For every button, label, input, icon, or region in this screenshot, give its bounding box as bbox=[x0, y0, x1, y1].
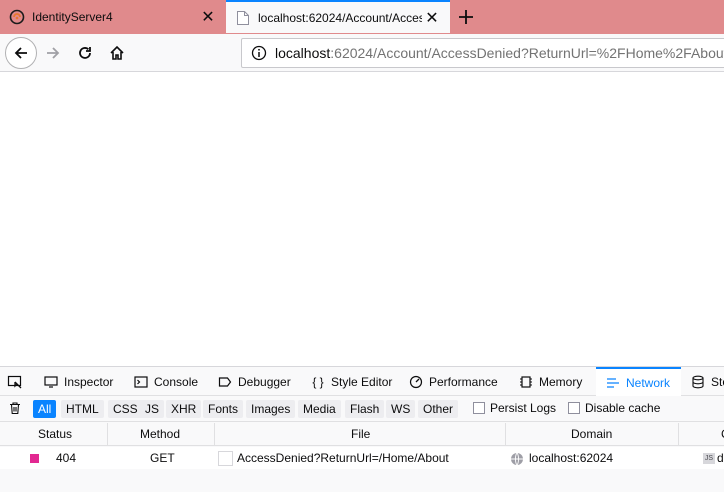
plus-icon bbox=[459, 10, 473, 24]
devtools-tab-network[interactable]: Network bbox=[596, 367, 681, 396]
devtools-tab-bar: Inspector Console Debugger { } Style Edi… bbox=[0, 367, 724, 396]
browser-tab-identityserver[interactable]: IdentityServer4 ✕ bbox=[0, 0, 226, 34]
disable-cache-checkbox[interactable]: Disable cache bbox=[568, 401, 660, 415]
persist-logs-checkbox[interactable]: Persist Logs bbox=[473, 401, 556, 415]
tab-label: Style Editor bbox=[331, 374, 393, 389]
element-picker-icon bbox=[7, 375, 22, 388]
checkbox-label: Disable cache bbox=[585, 401, 661, 415]
url-path: :62024/Account/AccessDenied?ReturnUrl=%2… bbox=[330, 45, 724, 61]
console-icon bbox=[134, 375, 148, 389]
devtools-tab-style-editor[interactable]: { } Style Editor bbox=[311, 367, 392, 396]
trash-icon[interactable] bbox=[8, 401, 22, 415]
page-icon bbox=[235, 10, 251, 26]
tab-label: Performance bbox=[429, 374, 498, 389]
home-icon bbox=[110, 45, 124, 60]
tab-label: Inspector bbox=[64, 374, 114, 389]
url-bar[interactable]: localhost:62024/Account/AccessDenied?Ret… bbox=[241, 38, 724, 68]
column-header-domain[interactable]: Domain bbox=[506, 423, 679, 446]
column-header-status[interactable]: Status bbox=[0, 423, 108, 446]
new-tab-button[interactable] bbox=[454, 5, 478, 29]
devtools-tab-debugger[interactable]: Debugger bbox=[218, 367, 291, 396]
devtools-panel: Inspector Console Debugger { } Style Edi… bbox=[0, 366, 724, 492]
filter-other-button[interactable]: Other bbox=[418, 400, 459, 418]
tab-label: Memory bbox=[539, 374, 583, 389]
devtools-tab-memory[interactable]: Memory bbox=[519, 367, 582, 396]
checkbox-label: Persist Logs bbox=[490, 401, 557, 415]
browser-tab-access-denied[interactable]: localhost:62024/Account/AccessDenied ✕ bbox=[226, 0, 450, 33]
style-editor-icon: { } bbox=[312, 374, 324, 389]
js-file-icon: JS bbox=[703, 453, 715, 464]
column-header-cause[interactable]: C bbox=[679, 423, 724, 446]
url-host: localhost bbox=[275, 45, 331, 61]
forward-button[interactable] bbox=[38, 38, 68, 68]
tab-title: IdentityServer4 bbox=[32, 10, 113, 24]
close-tab-icon[interactable]: ✕ bbox=[422, 8, 442, 28]
close-tab-icon[interactable]: ✕ bbox=[198, 7, 218, 27]
arrow-left-icon bbox=[14, 47, 27, 59]
tab-title: localhost:62024/Account/AccessDenied bbox=[258, 10, 422, 25]
home-button[interactable] bbox=[102, 38, 132, 68]
browser-tab-bar: IdentityServer4 ✕ localhost:62024/Accoun… bbox=[0, 0, 724, 34]
column-header-method[interactable]: Method bbox=[108, 423, 215, 446]
cell-status: 404 bbox=[56, 451, 77, 465]
performance-icon bbox=[409, 375, 423, 389]
tab-label: Network bbox=[626, 375, 671, 390]
url-text[interactable]: localhost:62024/Account/AccessDenied?Ret… bbox=[275, 45, 724, 61]
globe-icon bbox=[510, 451, 524, 465]
reload-icon bbox=[79, 47, 91, 59]
network-filter-toolbar: All HTML CSS JS XHR Fonts Images Media F… bbox=[0, 396, 724, 422]
network-icon bbox=[606, 376, 620, 390]
devtools-tab-inspector[interactable]: Inspector bbox=[44, 367, 113, 396]
request-table-header: Status Method File Domain C bbox=[0, 423, 724, 446]
filter-flash-button[interactable]: Flash bbox=[345, 400, 385, 418]
element-picker-button[interactable] bbox=[7, 367, 25, 396]
cell-domain: localhost:62024 bbox=[529, 451, 614, 465]
cell-file: AccessDenied?ReturnUrl=/Home/About bbox=[237, 451, 449, 465]
filter-html-button[interactable]: HTML bbox=[61, 400, 104, 418]
tab-label: Console bbox=[154, 374, 199, 389]
navigation-toolbar: localhost:62024/Account/AccessDenied?Ret… bbox=[0, 34, 724, 72]
column-header-file[interactable]: File bbox=[215, 423, 506, 446]
checkbox-box[interactable] bbox=[568, 402, 580, 414]
devtools-tab-console[interactable]: Console bbox=[134, 367, 198, 396]
filter-all-button[interactable]: All bbox=[33, 400, 57, 418]
devtools-tab-storage[interactable]: Storage bbox=[691, 367, 724, 396]
back-button[interactable] bbox=[5, 37, 37, 69]
page-content bbox=[0, 72, 724, 366]
filter-fonts-button[interactable]: Fonts bbox=[203, 400, 244, 418]
filter-images-button[interactable]: Images bbox=[246, 400, 296, 418]
filter-media-button[interactable]: Media bbox=[298, 400, 341, 418]
inspector-icon bbox=[44, 375, 58, 389]
memory-icon bbox=[519, 375, 533, 389]
tab-label: Storage bbox=[711, 374, 724, 389]
tab-label: Debugger bbox=[238, 374, 291, 389]
debugger-icon bbox=[218, 375, 232, 389]
filter-js-button[interactable]: JS bbox=[140, 400, 165, 418]
reload-button[interactable] bbox=[70, 38, 100, 68]
cell-method: GET bbox=[150, 451, 175, 465]
filter-css-button[interactable]: CSS bbox=[108, 400, 143, 418]
checkbox-box[interactable] bbox=[473, 402, 485, 414]
storage-icon bbox=[691, 375, 705, 389]
arrow-right-icon bbox=[47, 47, 60, 59]
filter-xhr-button[interactable]: XHR bbox=[166, 400, 202, 418]
table-row[interactable]: 404 GET AccessDenied?ReturnUrl=/Home/Abo… bbox=[0, 447, 724, 469]
info-icon[interactable] bbox=[251, 45, 267, 61]
filter-ws-button[interactable]: WS bbox=[386, 400, 416, 418]
identityserver-icon bbox=[9, 9, 25, 25]
cell-cause: d bbox=[717, 451, 724, 465]
devtools-tab-performance[interactable]: Performance bbox=[409, 367, 498, 396]
file-thumbnail-icon bbox=[218, 451, 233, 466]
status-indicator bbox=[30, 454, 39, 463]
